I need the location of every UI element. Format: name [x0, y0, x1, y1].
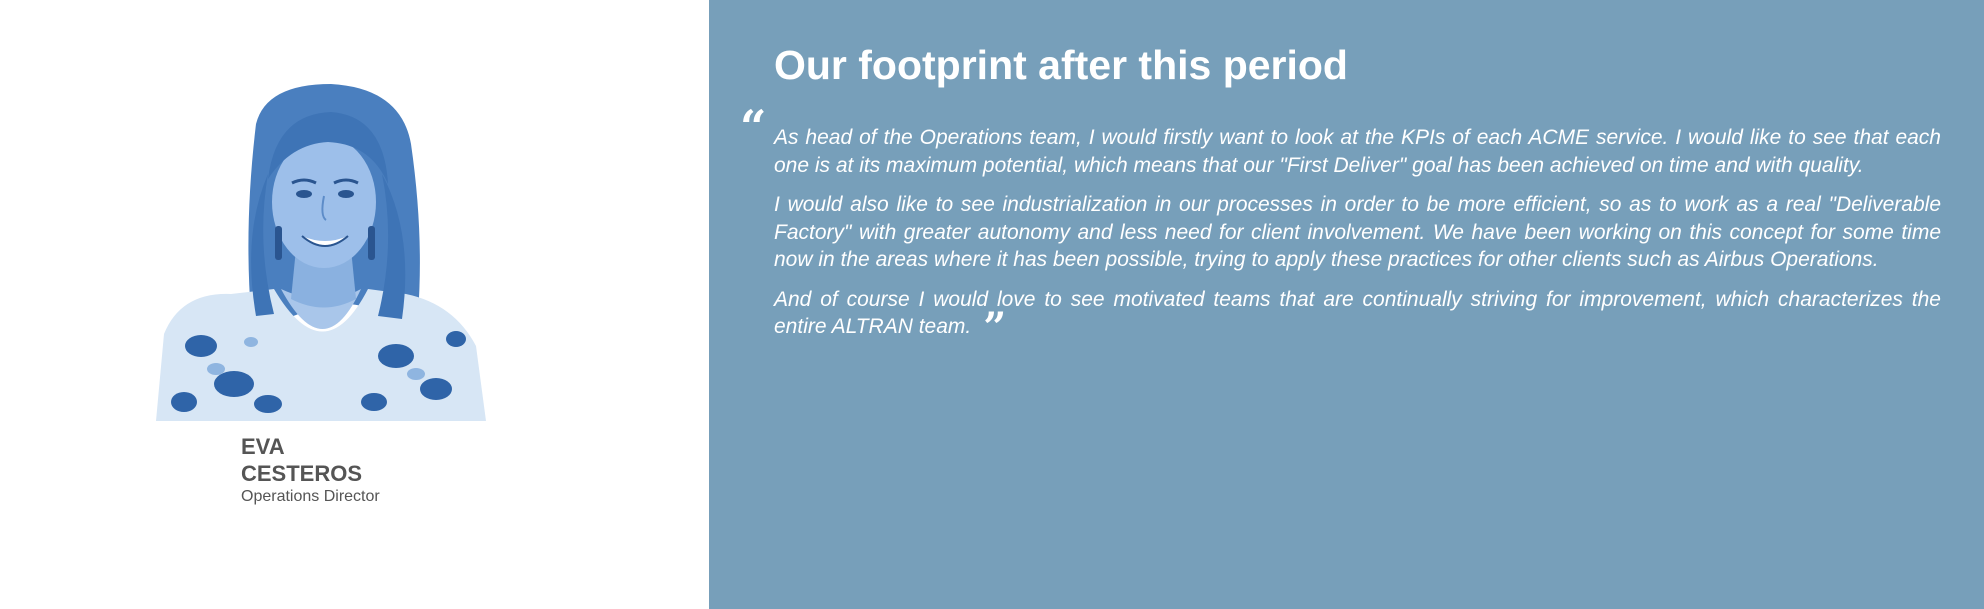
quote-paragraph: And of course I would love to see motiva… [774, 286, 1941, 348]
person-last-name: CESTEROS [241, 461, 363, 486]
person-name: EVA CESTEROS [241, 433, 362, 487]
profile-panel: EVA CESTEROS Operations Director [0, 0, 709, 609]
section-title: Our footprint after this period [774, 42, 1348, 88]
person-first-name: EVA [241, 434, 285, 459]
quote-paragraph-text: And of course I would love to see motiva… [774, 287, 1941, 339]
quote-panel: Our footprint after this period “ As hea… [709, 0, 1984, 609]
portrait-photo [156, 84, 486, 421]
quote-paragraph: I would also like to see industrializati… [774, 193, 1941, 271]
close-quote-mark: ” [983, 304, 1007, 351]
person-role: Operations Director [241, 488, 380, 505]
quote-text: As head of the Operations team, I would … [774, 124, 1941, 353]
open-quote-mark: “ [740, 100, 767, 154]
quote-paragraph: As head of the Operations team, I would … [774, 126, 1941, 177]
